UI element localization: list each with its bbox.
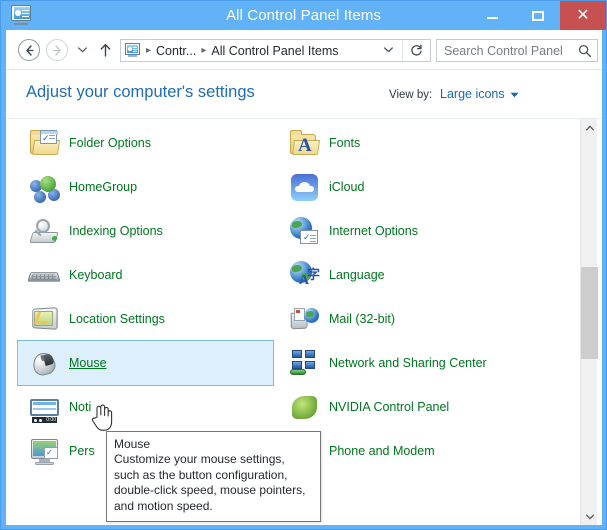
chevron-down-icon [585,514,594,519]
control-panel-item-label[interactable]: Network and Sharing Center [329,356,487,371]
minimize-icon [487,17,498,19]
scroll-down-button[interactable] [581,508,598,525]
up-arrow-icon [100,43,110,57]
scroll-up-button[interactable] [581,119,598,136]
title-bar[interactable]: All Control Panel Items ✕ [1,1,606,30]
chevron-down-icon[interactable] [510,90,519,100]
language-icon: A字 [288,259,321,292]
view-by-label: View by: [389,89,433,101]
control-panel-item-mouse[interactable]: Mouse [17,340,274,386]
refresh-button[interactable] [402,40,430,61]
refresh-icon [411,44,422,56]
control-panel-item-indexing-options[interactable]: Indexing Options [18,209,275,253]
content-area: Adjust your computer's settings View by:… [6,70,602,525]
control-panel-item-label[interactable]: HomeGroup [69,180,137,195]
breadcrumb-item-control-panel[interactable]: Contr... [156,44,196,58]
control-panel-window: All Control Panel Items ✕ ▸ Contr... ▸ A… [0,0,607,530]
control-panel-item-language[interactable]: A 字 Language [278,253,535,297]
fonts-icon: A [288,127,321,160]
control-panel-item-label[interactable]: Mail (32-bit) [329,312,395,327]
nvidia-control-panel-icon [288,391,321,424]
control-panel-item-fonts[interactable]: A Fonts [278,121,535,165]
forward-button[interactable] [46,39,68,61]
control-panel-item-label[interactable]: Keyboard [69,268,123,283]
control-panel-item-label[interactable]: Folder Options [69,136,151,151]
breadcrumb-item-all-items[interactable]: All Control Panel Items [211,44,338,58]
control-panel-item-label[interactable]: iCloud [329,180,364,195]
chevron-down-icon [384,47,393,53]
control-panel-item-homegroup[interactable]: HomeGroup [18,165,275,209]
folder-options-icon: ✓ [28,127,61,160]
icloud-icon [288,171,321,204]
control-panel-item-folder-options[interactable]: ✓ Folder Options [18,121,275,165]
minimize-button[interactable] [470,1,515,30]
address-dropdown-button[interactable] [375,45,402,56]
tooltip-body: Customize your mouse settings, such as t… [114,452,306,513]
address-control-panel-icon [125,43,141,58]
close-button[interactable]: ✕ [560,1,606,30]
control-panel-item-noti[interactable]: 0:00 Noti [18,385,275,429]
navigation-bar: ▸ Contr... ▸ All Control Panel Items Sea… [6,30,602,70]
mouse-tooltip: Mouse Customize your mouse settings, suc… [106,431,321,522]
page-title: Adjust your computer's settings [26,83,255,101]
control-panel-item-keyboard[interactable]: Keyboard [18,253,275,297]
mouse-icon [28,347,61,380]
internet-options-icon: ✓ [288,215,321,248]
maximize-icon [531,10,544,21]
scrollbar-thumb[interactable] [581,267,598,359]
control-panel-item-nvidia-control-panel[interactable]: NVIDIA Control Panel [278,385,535,429]
maximize-button[interactable] [515,1,560,30]
forward-arrow-icon [52,44,61,56]
chevron-down-icon [77,47,87,53]
keyboard-icon [27,259,61,292]
breadcrumb-separator-1: ▸ [146,45,152,56]
mail-icon [288,303,321,336]
up-button[interactable] [96,40,114,60]
homegroup-icon [28,171,61,204]
control-panel-item-label[interactable]: Pers [69,444,95,459]
breadcrumb-separator-2: ▸ [201,45,207,56]
control-panel-item-label[interactable]: Phone and Modem [329,444,435,459]
close-icon: ✕ [576,6,590,24]
control-panel-item-internet-options[interactable]: ✓ Internet Options [278,209,535,253]
control-panel-item-label[interactable]: Location Settings [69,312,165,327]
control-panel-item-label[interactable]: Indexing Options [69,224,163,239]
control-panel-item-location-settings[interactable]: Location Settings [18,297,275,341]
personalization-icon: ✓ [28,435,61,468]
back-button[interactable] [18,39,40,61]
control-panel-item-label[interactable]: Mouse [69,356,107,371]
address-bar[interactable]: ▸ Contr... ▸ All Control Panel Items [120,39,431,62]
header-row: Adjust your computer's settings View by:… [6,70,602,118]
search-box[interactable]: Search Control Panel [436,39,598,62]
network-sharing-center-icon [288,347,321,380]
control-panel-item-mail-32-bit[interactable]: Mail (32-bit) [278,297,535,341]
window-controls: ✕ [470,1,606,30]
search-input[interactable]: Search Control Panel [437,44,573,58]
back-arrow-icon [25,44,34,56]
vertical-scrollbar[interactable] [580,119,598,525]
hand-cursor [91,403,113,431]
recent-locations-button[interactable] [74,43,90,57]
indexing-options-icon [28,215,61,248]
location-settings-icon [28,303,61,336]
control-panel-item-network-and-sharing-center[interactable]: Network and Sharing Center [278,341,535,385]
control-panel-item-label[interactable]: Internet Options [329,224,418,239]
control-panel-item-label[interactable]: Noti [69,400,91,415]
control-panel-item-label[interactable]: NVIDIA Control Panel [329,400,449,415]
notification-area-icons-icon: 0:00 [28,391,61,424]
chevron-up-icon [585,125,594,130]
control-panel-item-label[interactable]: Language [329,268,385,283]
control-panel-item-label[interactable]: Fonts [329,136,360,151]
view-by-dropdown[interactable]: Large icons [440,87,505,101]
control-panel-item-icloud[interactable]: iCloud [278,165,535,209]
search-icon [573,40,597,61]
tooltip-title: Mouse [114,437,151,451]
